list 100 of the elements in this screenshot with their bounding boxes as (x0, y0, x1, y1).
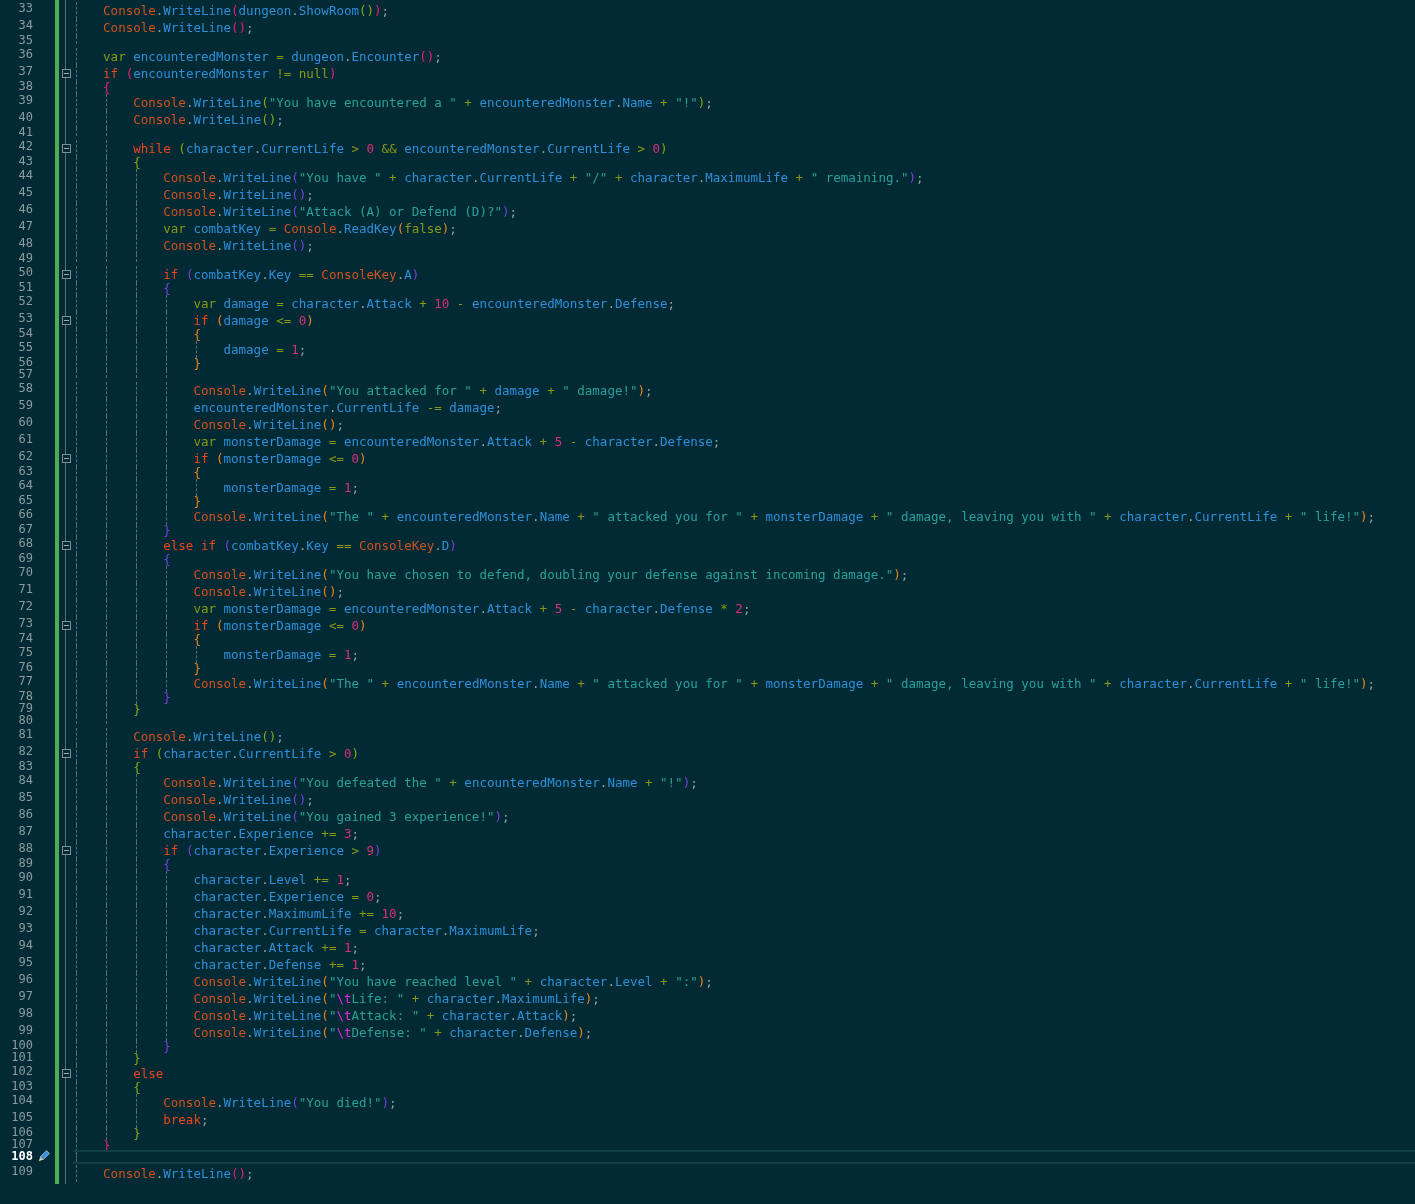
line-number: 108 (11, 1150, 34, 1164)
code-line: Console.WriteLine("\tLife: " + character.MaximumLife); (193, 990, 600, 1007)
line-number: 102 (11, 1063, 34, 1080)
code-line: var combatKey = Console.ReadKey(false); (163, 220, 457, 237)
line-number: 93 (18, 920, 34, 937)
line-number: 94 (18, 937, 34, 954)
code-line: { (193, 467, 201, 479)
line-number: 72 (18, 598, 34, 615)
code-line: { (193, 634, 201, 646)
line-number: 99 (18, 1022, 34, 1039)
code-line: character.Defense += 1; (193, 956, 367, 973)
line-number: 80 (18, 714, 34, 726)
line-number: 104 (11, 1092, 34, 1109)
code-line: Console.WriteLine("Attack (A) or Defend (D)?"); (163, 203, 518, 220)
collapse-icon[interactable] (61, 316, 71, 325)
line-number: 97 (18, 988, 34, 1005)
line-number: 75 (18, 644, 34, 661)
code-line: character.MaximumLife += 10; (193, 905, 405, 922)
line-number: 48 (18, 235, 34, 252)
code-line: var monsterDamage = encounteredMonster.Attack + 5 - character.Defense; (193, 433, 721, 450)
code-line: Console.WriteLine("The " + encounteredMonster.Name + " attacked you for " + monsterDamage + " damage, leaving you with " + character.CurrentLife + " life!"); (193, 675, 1376, 692)
line-number: 46 (18, 201, 34, 218)
line-number: 34 (18, 17, 34, 34)
line-number: 35 (18, 34, 34, 46)
code-line: Console.WriteLine(); (133, 728, 284, 745)
line-number: 56 (18, 356, 34, 369)
line-number: 74 (18, 632, 34, 647)
collapse-icon[interactable] (61, 621, 71, 630)
line-number: 45 (18, 184, 34, 201)
code-line: if (character.Experience > 9) (163, 842, 382, 859)
code-line: if (character.CurrentLife > 0) (133, 745, 360, 762)
code-line: Console.WriteLine(); (103, 1165, 254, 1182)
line-number: 79 (18, 702, 34, 715)
line-number: 76 (18, 661, 34, 676)
code-line: character.Experience += 3; (163, 825, 359, 842)
code-line: Console.WriteLine("You have reached level " + character.Level + ":"); (193, 973, 713, 990)
code-line: } (133, 1053, 141, 1065)
line-number: 36 (18, 46, 34, 63)
code-line: Console.WriteLine("You defeated the " + encounteredMonster.Name + "!"); (163, 774, 698, 791)
line-number: 98 (18, 1005, 34, 1022)
line-number: 63 (18, 465, 34, 480)
collapse-icon[interactable] (61, 69, 71, 78)
code-line: Console.WriteLine("\tAttack: " + character.Attack); (193, 1007, 578, 1024)
line-number: 60 (18, 414, 34, 431)
code-line: if (damage <= 0) (193, 312, 314, 329)
code-line: } (163, 692, 171, 704)
collapse-icon[interactable] (61, 454, 71, 463)
line-number: 70 (18, 564, 34, 581)
code-line: { (133, 1082, 141, 1094)
line-number: 91 (18, 886, 34, 903)
line-number: 85 (18, 789, 34, 806)
line-number: 57 (18, 368, 34, 380)
code-line: { (163, 554, 171, 566)
collapse-icon[interactable] (61, 846, 71, 855)
line-number: 68 (18, 535, 34, 552)
line-number: 103 (11, 1080, 34, 1095)
code-line: Console.WriteLine(); (163, 237, 314, 254)
line-number: 81 (18, 726, 34, 743)
line-number: 101 (11, 1051, 34, 1066)
line-number: 49 (18, 252, 34, 264)
code-line: Console.WriteLine("The " + encounteredMonster.Name + " attacked you for " + monsterDamage + " damage, leaving you with " + character.CurrentLife + " life!"); (193, 508, 1376, 525)
line-number: 39 (18, 92, 34, 109)
pencil-icon[interactable] (36, 1150, 50, 1164)
line-number: 59 (18, 397, 34, 414)
code-line: Console.WriteLine(); (133, 111, 284, 128)
code-line: var monsterDamage = encounteredMonster.Attack + 5 - character.Defense * 2; (193, 600, 751, 617)
line-number: 92 (18, 903, 34, 920)
code-line: Console.WriteLine(); (163, 186, 314, 203)
line-number: 54 (18, 327, 34, 342)
code-line: } (163, 525, 171, 537)
code-line: Console.WriteLine(dungeon.ShowRoom()); (103, 2, 390, 19)
code-line: else (133, 1065, 164, 1082)
line-number: 86 (18, 806, 34, 823)
line-number: 109 (11, 1163, 34, 1180)
code-line: Console.WriteLine(); (103, 19, 254, 36)
code-line: var encounteredMonster = dungeon.Encounter(); (103, 48, 442, 65)
code-line: } (133, 704, 141, 716)
collapse-icon[interactable] (61, 1069, 71, 1078)
line-number: 82 (18, 743, 34, 760)
collapse-icon[interactable] (61, 749, 71, 758)
collapse-icon[interactable] (61, 270, 71, 279)
line-number: 43 (18, 155, 34, 170)
line-number: 64 (18, 477, 34, 494)
code-line: { (163, 859, 171, 871)
line-number: 96 (18, 971, 34, 988)
code-line: { (133, 157, 141, 169)
line-number: 87 (18, 823, 34, 840)
code-line: } (163, 1041, 171, 1053)
code-line: if (combatKey.Key == ConsoleKey.A) (163, 266, 420, 283)
line-number: 66 (18, 506, 34, 523)
code-line: } (193, 496, 201, 508)
code-line: character.Experience = 0; (193, 888, 382, 905)
line-number: 47 (18, 218, 34, 235)
code-line: Console.WriteLine("You have chosen to defend, doubling your defense against incoming damage."); (193, 566, 909, 583)
code-line: { (133, 762, 141, 774)
collapse-icon[interactable] (61, 144, 71, 153)
line-number: 69 (18, 552, 34, 567)
code-line: { (103, 82, 111, 94)
line-number: 51 (18, 281, 34, 296)
collapse-icon[interactable] (61, 541, 71, 550)
